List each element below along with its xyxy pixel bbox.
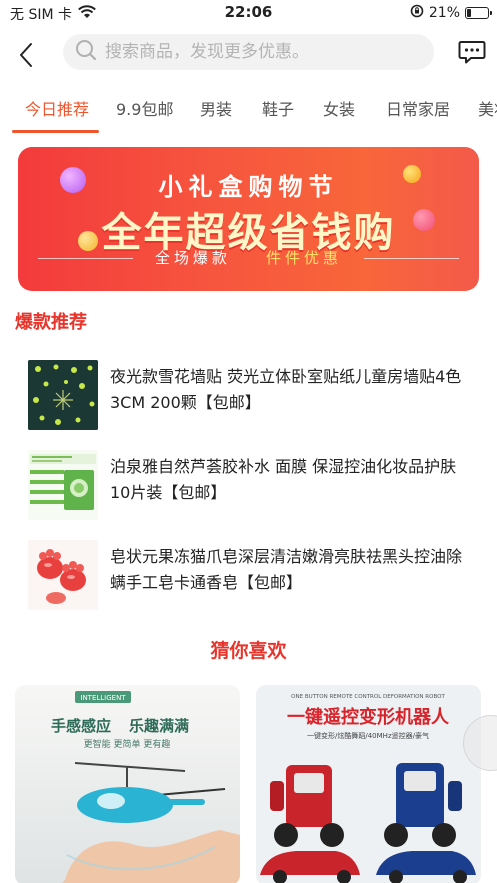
message-button[interactable] (458, 40, 486, 66)
hot-item[interactable]: 夜光款雪花墙贴 荧光立体卧室贴纸儿童房墙贴4色3CM 200颗【包邮】 (28, 360, 480, 432)
hot-item[interactable]: 皂状元果冻猫爪皂深层清洁嫩滑亮肤祛黑头控油除螨手工皂卡通香皂【包邮】 (28, 540, 480, 612)
hot-item-title: 皂状元果冻猫爪皂深层清洁嫩滑亮肤祛黑头控油除螨手工皂卡通香皂【包邮】 (110, 547, 463, 592)
tab-9-9-free-shipping[interactable]: 9.9包邮 (116, 90, 173, 134)
product-thumbnail (28, 540, 98, 610)
banner-divider (364, 258, 459, 259)
banner-divider (38, 258, 133, 259)
category-tabs: 今日推荐 9.9包邮 男装 鞋子 女装 日常家居 美妆 (0, 90, 497, 134)
back-button[interactable] (12, 36, 42, 70)
product-card-helicopter[interactable]: INTELLIGENT 手感感应 乐趣满满 更智能 更简单 更有趣 (15, 685, 240, 883)
product-image: INTELLIGENT 手感感应 乐趣满满 更智能 更简单 更有趣 (15, 685, 240, 883)
card-headline-a: 手感感应 (51, 717, 111, 735)
tab-home-living[interactable]: 日常家居 (386, 90, 450, 134)
back-arrow-icon (20, 43, 32, 67)
battery-percent: 21% (428, 5, 460, 21)
chat-bubble-icon (458, 41, 486, 64)
promo-banner[interactable]: 小礼盒购物节 全年超级省钱购 全场爆款 件件优惠 (18, 147, 479, 291)
search-bar[interactable] (63, 34, 434, 70)
hot-item[interactable]: 泊泉雅自然芦荟胶补水 面膜 保湿控油化妆品护肤 10片装【包邮】 (28, 450, 480, 522)
status-right: 21% (410, 4, 492, 22)
card-headline: 一键遥控变形机器人 (287, 706, 450, 728)
tab-shoes[interactable]: 鞋子 (262, 90, 294, 134)
product-image: ONE BUTTON REMOTE CONTROL DEFORMATION RO… (256, 685, 481, 883)
search-icon (75, 39, 97, 65)
rotation-lock-icon (410, 4, 424, 22)
battery-icon (465, 7, 492, 19)
product-thumbnail (28, 360, 98, 430)
hot-item-title: 夜光款雪花墙贴 荧光立体卧室贴纸儿童房墙贴4色3CM 200颗【包邮】 (110, 367, 462, 412)
banner-subtitle: 全场爆款 件件优惠 (128, 247, 369, 268)
card-sub: 一键变形/炫酷舞蹈/40MHz遥控器/豪气 (307, 731, 429, 740)
card-top-text: ONE BUTTON REMOTE CONTROL DEFORMATION RO… (291, 694, 445, 700)
active-tab-indicator (12, 130, 99, 133)
banner-sub-left: 全场爆款 (154, 249, 231, 267)
tab-today-recommend[interactable]: 今日推荐 (25, 90, 89, 134)
card-headline-b: 乐趣满满 (129, 717, 189, 735)
banner-title: 小礼盒购物节 (158, 173, 339, 201)
banner-sub-right: 件件优惠 (266, 249, 343, 267)
status-bar: 无 SIM 卡 22:06 21% (0, 0, 497, 26)
hot-section-title: 爆款推荐 (15, 312, 87, 333)
product-thumbnail (28, 450, 98, 520)
product-card-robot-car[interactable]: ONE BUTTON REMOTE CONTROL DEFORMATION RO… (256, 685, 481, 883)
tab-beauty[interactable]: 美妆 (478, 90, 497, 134)
card-sub: 更智能 更简单 更有趣 (84, 738, 171, 750)
card-badge: INTELLIGENT (80, 694, 126, 702)
battery-fill (467, 9, 471, 17)
tab-menswear[interactable]: 男装 (200, 90, 232, 134)
tab-womenswear[interactable]: 女装 (323, 90, 355, 134)
hot-item-title: 泊泉雅自然芦荟胶补水 面膜 保湿控油化妆品护肤 10片装【包邮】 (110, 457, 457, 502)
search-input[interactable] (105, 42, 425, 62)
top-nav (0, 30, 497, 76)
guess-section-title: 猜你喜欢 (210, 640, 287, 662)
